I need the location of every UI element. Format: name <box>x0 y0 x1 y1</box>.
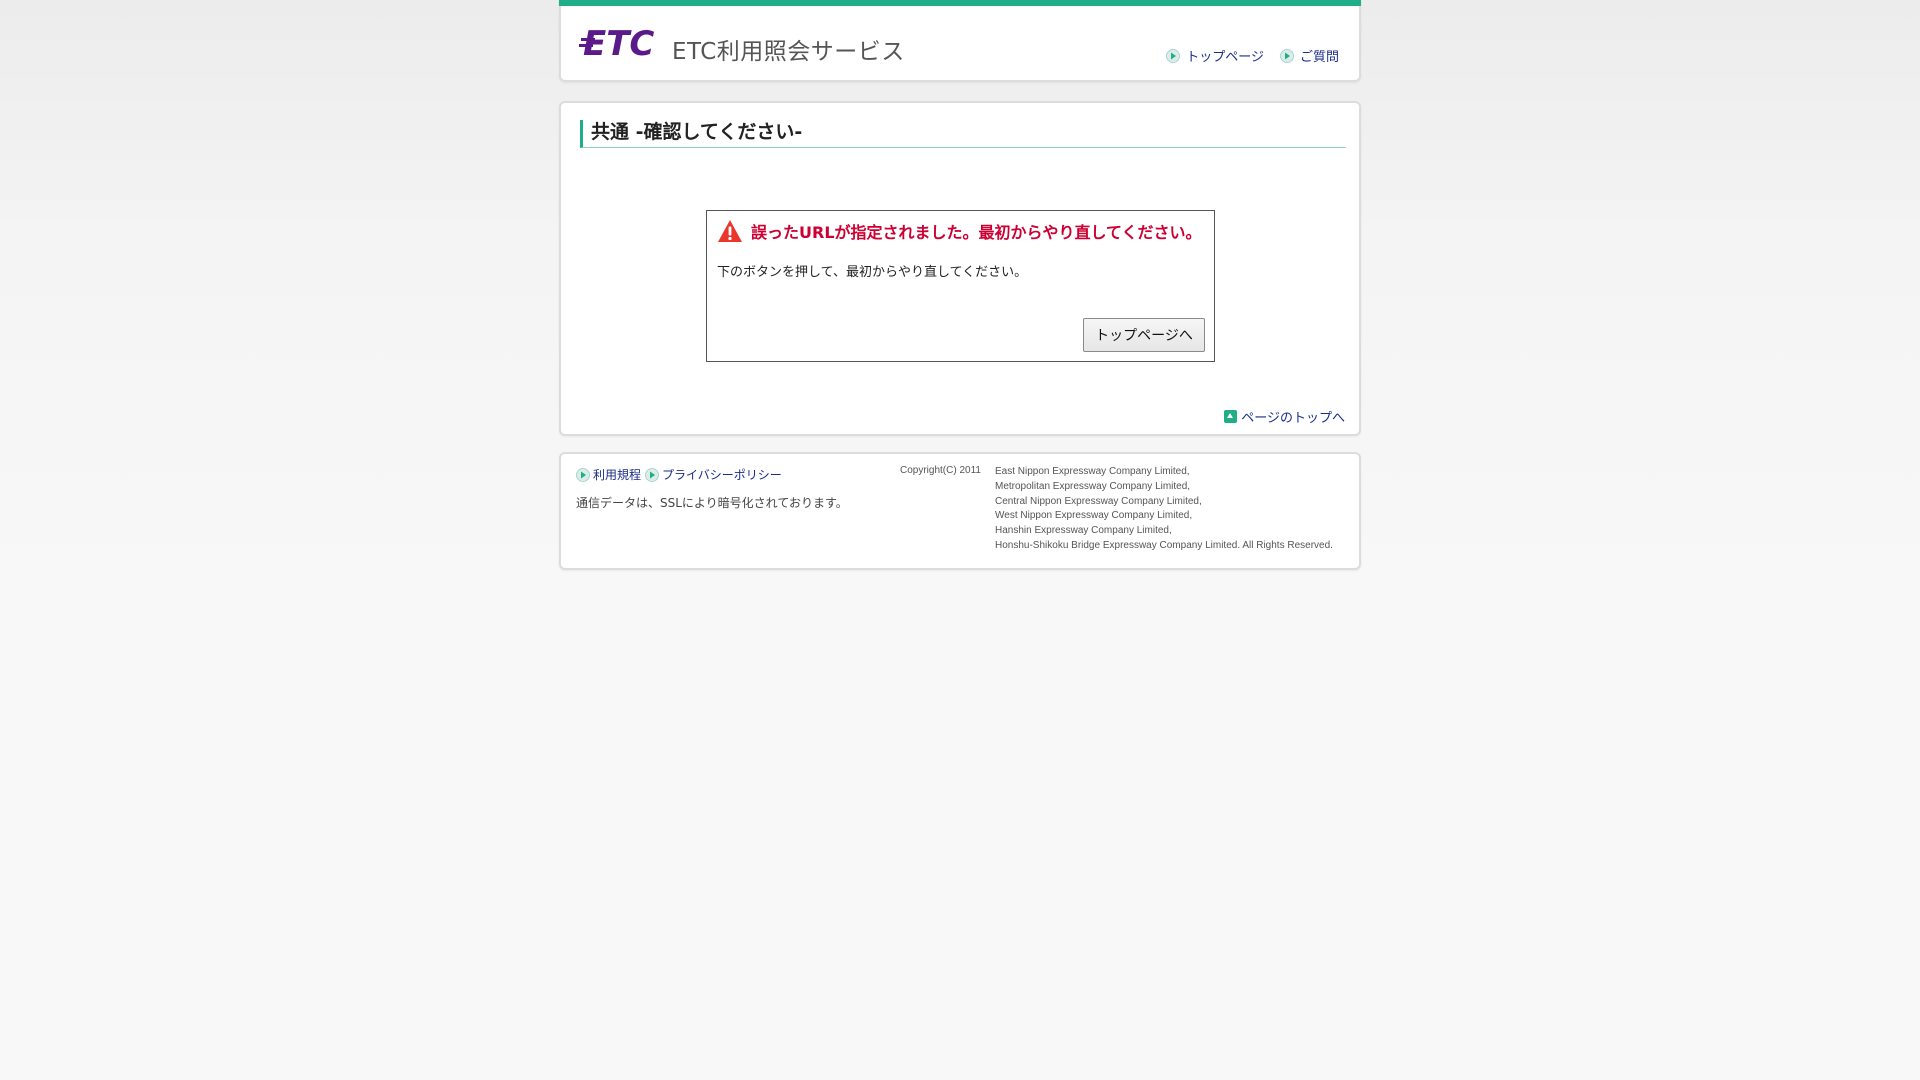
site-footer: 利用規程 プライバシーポリシー 通信データは、SSLにより暗号化されております。… <box>559 452 1361 570</box>
nav-top-page-link[interactable]: トップページ <box>1166 46 1264 65</box>
svg-text:ETC: ETC <box>583 26 654 62</box>
service-name: ETC利用照会サービス <box>672 39 905 65</box>
nav-faq-label: ご質問 <box>1299 50 1339 65</box>
etc-logo[interactable]: ETC <box>579 26 663 62</box>
arrow-right-icon <box>645 467 659 482</box>
page-title: 共通 -確認してください- <box>580 120 1346 148</box>
site-header: ETC ETC利用照会サービス トップページ ご質問 <box>559 0 1361 82</box>
error-title: 誤ったURLが指定されました。最初からやり直してください。 <box>717 219 1202 243</box>
up-arrow-icon <box>1224 410 1238 423</box>
page-container: ETC ETC利用照会サービス トップページ ご質問 共通 -確認してください-… <box>559 0 1361 570</box>
arrow-right-icon <box>1166 48 1181 63</box>
company-name: Metropolitan Expressway Company Limited, <box>995 480 1191 492</box>
privacy-policy-link[interactable]: プライバシーポリシー <box>645 466 782 483</box>
error-title-text: 誤ったURLが指定されました。最初からやり直してください。 <box>751 223 1202 242</box>
error-body: 下のボタンを押して、最初からやり直してください。 <box>717 265 1028 280</box>
privacy-policy-label: プライバシーポリシー <box>662 468 782 482</box>
arrow-right-icon <box>1280 48 1294 63</box>
company-name: Central Nippon Expressway Company Limite… <box>995 495 1202 507</box>
company-list: East Nippon Expressway Company Limited, … <box>995 465 1333 554</box>
error-message-box: 誤ったURLが指定されました。最初からやり直してください。 下のボタンを押して、… <box>706 210 1215 362</box>
go-top-page-button[interactable]: トップページへ <box>1083 318 1205 352</box>
arrow-right-icon <box>576 467 590 482</box>
company-name: East Nippon Expressway Company Limited, <box>995 466 1190 477</box>
header-accent-bar <box>559 0 1361 6</box>
terms-label: 利用規程 <box>593 468 642 482</box>
nav-faq-link[interactable]: ご質問 <box>1280 46 1339 65</box>
footer-nav: 利用規程 プライバシーポリシー <box>576 466 782 483</box>
main-content: 共通 -確認してください- 誤ったURLが指定されました。最初からやり直してくだ… <box>559 101 1361 436</box>
copyright: Copyright(C) 2011 <box>900 465 981 476</box>
terms-link[interactable]: 利用規程 <box>576 466 641 483</box>
company-name: Hanshin Expressway Company Limited, <box>995 525 1172 537</box>
company-name: Honshu-Shikoku Bridge Expressway Company… <box>995 539 1333 551</box>
nav-top-page-label: トップページ <box>1186 50 1264 65</box>
header-nav: トップページ ご質問 <box>1166 46 1339 65</box>
back-to-top-link[interactable]: ページのトップへ <box>1224 407 1345 426</box>
etc-logo-icon: ETC <box>579 26 654 62</box>
ssl-note: 通信データは、SSLにより暗号化されております。 <box>576 496 848 510</box>
warning-icon <box>718 220 742 242</box>
back-to-top-label: ページのトップへ <box>1241 411 1345 426</box>
company-name: West Nippon Expressway Company Limited, <box>995 510 1193 522</box>
